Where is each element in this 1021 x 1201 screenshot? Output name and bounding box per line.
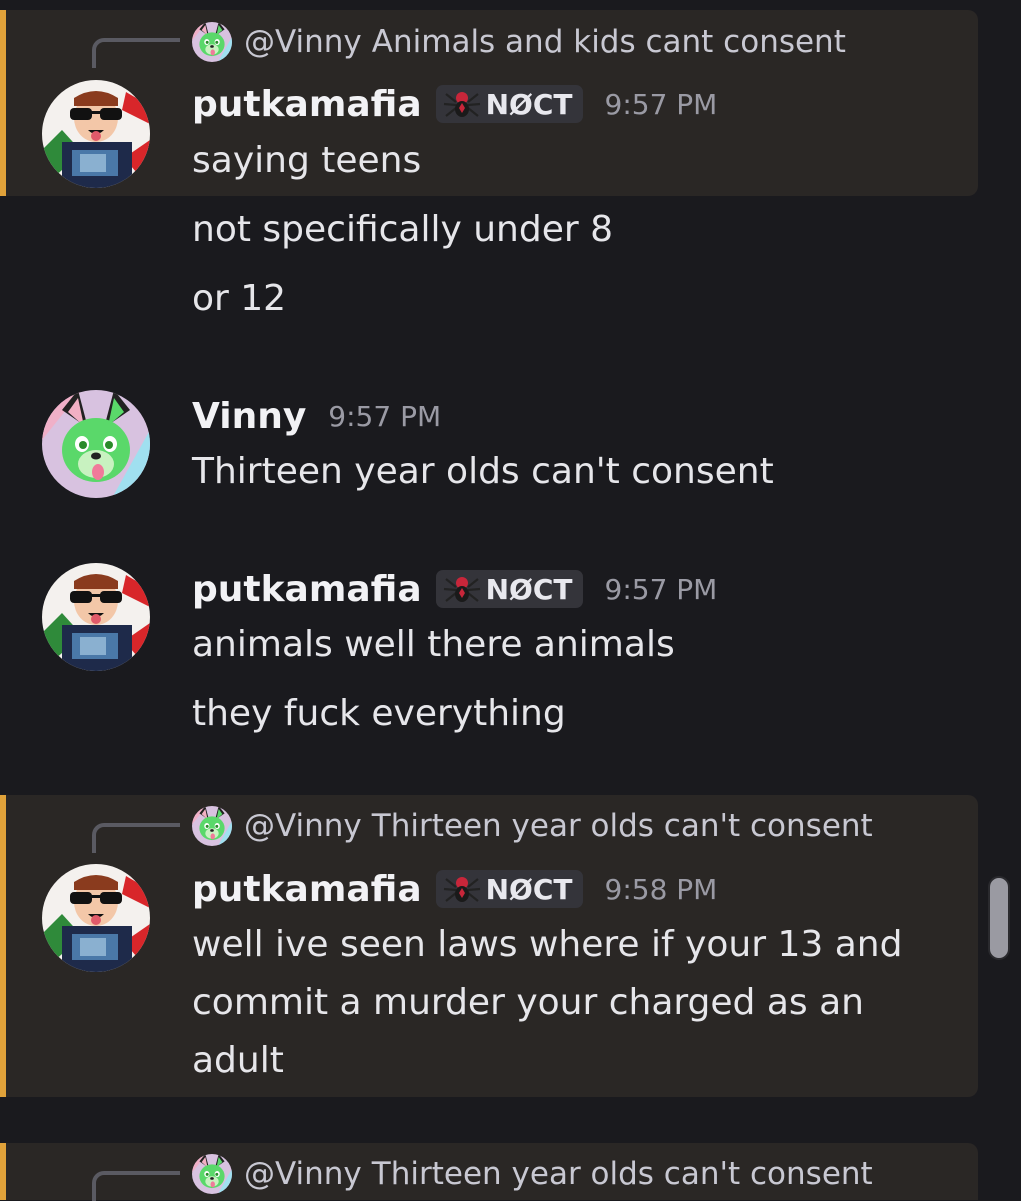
reply-spine [92, 823, 180, 853]
message-text: Thirteen year olds can't consent [192, 451, 774, 492]
server-tag[interactable]: NØCT [435, 870, 583, 908]
reply-reference[interactable]: @Vinny Thirteen year olds can't consent [192, 803, 873, 849]
user-avatar-icon[interactable] [42, 80, 150, 188]
tag-text: NØCT [485, 87, 573, 121]
reply-reference[interactable]: @Vinny Thirteen year olds can't consent [192, 1151, 873, 1197]
user-avatar-icon[interactable] [42, 563, 150, 671]
spider-icon [442, 90, 481, 119]
server-tag[interactable]: NØCT [435, 85, 583, 123]
reply-avatar-icon [192, 806, 232, 846]
message-text: commit a murder your charged as an [192, 982, 864, 1023]
timestamp: 9:58 PM [604, 872, 718, 906]
message-header: putkamafia NØCT 9:57 PM [192, 78, 717, 130]
scrollbar-thumb[interactable] [988, 876, 1010, 960]
message-text: well ive seen laws where if your 13 and [192, 924, 903, 965]
spider-icon [442, 575, 481, 604]
reply-mention[interactable]: @Vinny [244, 1156, 362, 1192]
message-header: Vinny 9:57 PM [192, 390, 441, 442]
message-text: animals well there animals [192, 624, 675, 665]
reply-reference[interactable]: @Vinny Animals and kids cant consent [192, 19, 846, 65]
message-text: or 12 [192, 278, 287, 319]
username[interactable]: putkamafia [192, 869, 422, 910]
tag-text: NØCT [485, 572, 573, 606]
reply-spine [92, 1171, 180, 1201]
user-avatar-icon[interactable] [42, 864, 150, 972]
server-tag[interactable]: NØCT [435, 570, 583, 608]
message-header: putkamafia NØCT 9:58 PM [192, 863, 717, 915]
username[interactable]: putkamafia [192, 569, 422, 610]
message-text: saying teens [192, 140, 422, 181]
spider-icon [442, 875, 481, 904]
reply-text: Thirteen year olds can't consent [371, 808, 873, 844]
username[interactable]: putkamafia [192, 84, 422, 125]
timestamp: 9:57 PM [604, 572, 718, 606]
message-text: they fuck everything [192, 693, 566, 734]
vinny-avatar-icon[interactable] [42, 390, 150, 498]
message-text: not specifically under 8 [192, 209, 614, 250]
reply-mention[interactable]: @Vinny [244, 808, 362, 844]
tag-text: NØCT [485, 872, 573, 906]
timestamp: 9:57 PM [604, 87, 718, 121]
reply-avatar-icon [192, 22, 232, 62]
message-text: adult [192, 1040, 284, 1081]
reply-mention[interactable]: @Vinny [244, 24, 362, 60]
message-header: putkamafia NØCT 9:57 PM [192, 563, 717, 615]
reply-text: Thirteen year olds can't consent [371, 1156, 873, 1192]
reply-spine [92, 38, 180, 68]
reply-text: Animals and kids cant consent [371, 24, 846, 60]
timestamp: 9:57 PM [328, 399, 442, 433]
username[interactable]: Vinny [192, 396, 306, 437]
reply-avatar-icon [192, 1154, 232, 1194]
